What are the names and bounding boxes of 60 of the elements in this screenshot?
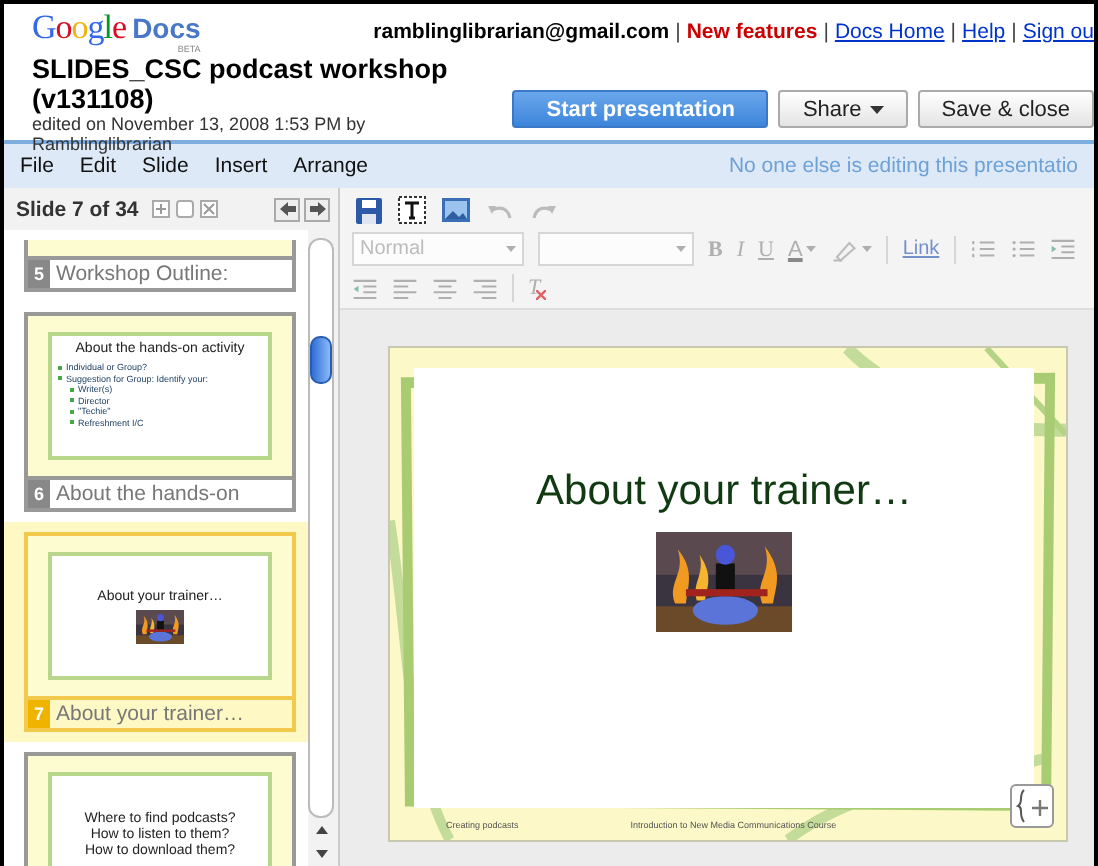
menu-item[interactable]: Edit bbox=[79, 154, 117, 178]
share-button[interactable]: Share bbox=[778, 90, 908, 128]
slide-number: 5 bbox=[28, 260, 50, 288]
slide-caption: About your trainer… bbox=[56, 702, 244, 726]
slide-number: 7 bbox=[28, 700, 50, 728]
save-button[interactable] bbox=[352, 194, 384, 226]
header-link[interactable]: Help bbox=[962, 19, 1006, 43]
caret-icon bbox=[676, 246, 686, 252]
edited-note: edited on November 13, 2008 1:53 PM by bbox=[32, 114, 366, 134]
caret-icon bbox=[506, 246, 516, 252]
link-separator: | bbox=[1011, 19, 1017, 43]
left-arrow-icon bbox=[279, 202, 295, 216]
next-slide-button[interactable] bbox=[304, 197, 330, 221]
text-box-icon bbox=[398, 196, 426, 224]
new-slide-button[interactable] bbox=[152, 200, 171, 218]
account-email: ramblinglibrarian@gmail.com bbox=[373, 19, 670, 43]
link-separator: | bbox=[950, 19, 957, 43]
slide-counter: Slide 7 of 34 bbox=[16, 197, 139, 221]
document-title: SLIDES_CSC podcast workshop (v131108) bbox=[32, 54, 450, 114]
author-name: Ramblinglibrarian bbox=[32, 134, 173, 154]
delete-slide-button[interactable] bbox=[200, 200, 219, 218]
header-link[interactable]: Docs Home bbox=[834, 19, 945, 43]
plus-icon bbox=[154, 202, 169, 216]
up-arrow-icon bbox=[315, 826, 327, 834]
speaker-notes-icon bbox=[1012, 786, 1052, 826]
text-box-button[interactable] bbox=[396, 194, 428, 226]
caret-icon bbox=[862, 246, 873, 252]
dropdown-value: Normal bbox=[360, 238, 425, 260]
speaker-notes-button[interactable] bbox=[1010, 784, 1054, 828]
menu-item[interactable]: Arrange bbox=[293, 154, 368, 178]
right-arrow-icon bbox=[309, 202, 325, 216]
slide-thumbnail[interactable] bbox=[24, 240, 296, 260]
undo-icon bbox=[486, 200, 514, 220]
link-separator: | bbox=[823, 19, 829, 43]
insert-image-button[interactable] bbox=[440, 194, 472, 226]
previous-slide-button[interactable] bbox=[274, 197, 300, 221]
scrollbar-thumb[interactable] bbox=[310, 336, 332, 384]
editing-status: No one else is editing this presentatio bbox=[728, 154, 1078, 178]
caret-icon bbox=[806, 246, 817, 252]
link-separator: | bbox=[675, 19, 681, 43]
square-button[interactable] bbox=[176, 200, 195, 218]
menu-item[interactable]: Insert bbox=[214, 154, 268, 178]
product-name: Docs bbox=[132, 10, 201, 44]
menu-item[interactable]: File bbox=[20, 154, 54, 178]
cross-icon bbox=[536, 290, 547, 300]
slide-number: 6 bbox=[28, 480, 50, 508]
menu-item[interactable]: Slide bbox=[142, 154, 189, 178]
slide-list-item[interactable]: 5 Workshop Outline: bbox=[4, 230, 308, 302]
image-icon bbox=[442, 198, 470, 222]
slide-title: About your trainer… bbox=[536, 468, 912, 516]
header-link[interactable]: Sign ou bbox=[1022, 19, 1094, 43]
redo-icon bbox=[530, 200, 558, 220]
new-features-link[interactable]: New features bbox=[686, 19, 818, 43]
slide-caption: Workshop Outline: bbox=[56, 262, 229, 286]
close-icon bbox=[202, 202, 217, 216]
down-arrow-icon bbox=[315, 850, 327, 858]
google-logo[interactable]: Google bbox=[32, 8, 127, 48]
save-close-button[interactable]: Save & close bbox=[917, 90, 1094, 128]
caret-icon bbox=[869, 105, 884, 113]
slide-caption: About the hands-on bbox=[56, 482, 240, 506]
